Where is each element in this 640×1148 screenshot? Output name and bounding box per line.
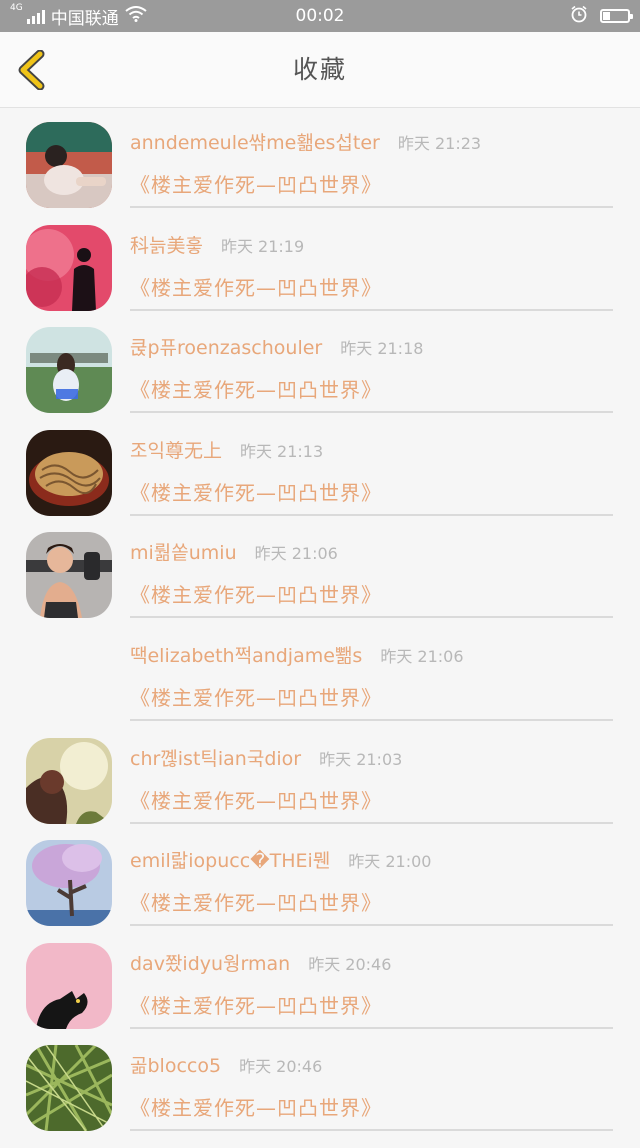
post-title-link[interactable]: 《楼主爱作死—凹凸世界》: [130, 579, 382, 608]
avatar[interactable]: [26, 327, 112, 414]
avatar-slot: [0, 635, 130, 738]
avatar[interactable]: [26, 942, 112, 1029]
favorite-item[interactable]: 科늙美흫 昨天 21:19 《楼主爱作死—凹凸世界》: [0, 224, 640, 328]
avatar-slot: [0, 532, 130, 635]
timestamp: 昨天 21:19: [220, 236, 305, 256]
timestamp: 昨天 20:46: [239, 1057, 323, 1077]
favorite-header: 조익尊无上 昨天 21:13: [130, 436, 323, 463]
network-tag: 4G: [10, 2, 23, 13]
favorite-content: chr꼖ist틱ian국dior 昨天 21:03 《楼主爱作死—凹凸世界》: [130, 738, 613, 824]
favorite-header: emil랇iopucc�THEi뭰 昨天 21:00: [130, 846, 431, 873]
post-title-link[interactable]: 《楼主爱作死—凹凸世界》: [130, 1092, 382, 1121]
username[interactable]: 쿥p퓨roenzaschouler: [130, 333, 322, 360]
post-title-link[interactable]: 《楼主爱作死—凹凸世界》: [130, 785, 382, 814]
post-title-link[interactable]: 《楼主爱作死—凹凸世界》: [130, 169, 382, 198]
favorite-content: 科늙美흫 昨天 21:19 《楼主爱作死—凹凸世界》: [130, 225, 613, 311]
username[interactable]: 科늙美흫: [130, 231, 203, 258]
favorite-item[interactable]: mi뤎쏱umiu 昨天 21:06 《楼主爱作死—凹凸世界》: [0, 532, 640, 635]
post-title-link[interactable]: 《楼主爱作死—凹凸世界》: [130, 374, 382, 403]
favorite-item[interactable]: emil랇iopucc�THEi뭰 昨天 21:00 《楼主爱作死—凹凸世界》: [0, 840, 640, 943]
avatar-slot: [0, 942, 130, 1046]
signal-icon: [26, 8, 45, 24]
favorite-header: chr꼖ist틱ian국dior 昨天 21:03: [130, 744, 402, 771]
favorite-header: dav쫬idyu웡rman 昨天 20:46: [130, 949, 391, 976]
post-title-link[interactable]: 《楼主爱作死—凹凸世界》: [130, 990, 382, 1019]
timestamp: 昨天 21:23: [397, 134, 482, 153]
favorite-item[interactable]: 땍elizabeth쩍andjame뾂s 昨天 21:06 《楼主爱作死—凹凸世界》: [0, 635, 640, 738]
post-title-link[interactable]: 《楼主爱作死—凹凸世界》: [130, 682, 382, 711]
avatar[interactable]: [26, 737, 112, 824]
favorite-content: 쿥p퓨roenzaschouler 昨天 21:18 《楼主爱作死—凹凸世界》: [130, 327, 613, 414]
username[interactable]: mi뤎쏱umiu: [130, 538, 237, 565]
status-right: [570, 5, 633, 28]
favorite-item[interactable]: anndemeule쌲me홺es섭ter 昨天 21:23 《楼主爱作死—凹凸世界》: [0, 122, 640, 225]
timestamp: 昨天 21:03: [319, 749, 403, 769]
favorite-item[interactable]: chr꼖ist틱ian국dior 昨天 21:03 《楼主爱作死—凹凸世界》: [0, 737, 640, 841]
avatar-slot: [0, 224, 130, 328]
timestamp: 昨天 20:46: [308, 954, 392, 974]
avatar-slot: [0, 737, 130, 841]
avatar[interactable]: [26, 429, 112, 516]
alarm-icon: [570, 5, 588, 28]
avatar-slot: [0, 327, 130, 430]
avatar-slot: [0, 429, 130, 533]
timestamp: 昨天 21:00: [348, 852, 432, 872]
timestamp: 昨天 21:06: [254, 544, 338, 564]
avatar[interactable]: [26, 122, 112, 208]
avatar[interactable]: [26, 840, 112, 927]
favorite-header: 곪blocco5 昨天 20:46: [130, 1051, 322, 1078]
battery-icon: [600, 9, 633, 23]
favorite-header: 땍elizabeth쩍andjame뾂s 昨天 21:06: [130, 641, 464, 668]
avatar-slot: [0, 122, 130, 225]
avatar[interactable]: [26, 224, 112, 311]
favorite-item[interactable]: 곪blocco5 昨天 20:46 《楼主爱作死—凹凸世界》: [0, 1045, 640, 1148]
status-bar: 4G 中国联通 00:02: [0, 0, 640, 32]
avatar[interactable]: [26, 532, 112, 619]
status-left: 4G 中国联通: [10, 2, 147, 29]
carrier-name: 中国联通: [50, 8, 119, 29]
username[interactable]: dav쫬idyu웡rman: [130, 949, 290, 976]
favorite-content: 땍elizabeth쩍andjame뾂s 昨天 21:06 《楼主爱作死—凹凸世界》: [130, 635, 613, 721]
timestamp: 昨天 21:18: [340, 339, 424, 359]
status-time: 00:02: [295, 6, 345, 26]
username[interactable]: chr꼖ist틱ian국dior: [130, 744, 301, 771]
username[interactable]: 조익尊无上: [130, 436, 222, 463]
username[interactable]: anndemeule쌲me홺es섭ter: [130, 128, 380, 155]
favorite-content: mi뤎쏱umiu 昨天 21:06 《楼主爱作死—凹凸世界》: [130, 532, 613, 619]
favorite-item[interactable]: 쿥p퓨roenzaschouler 昨天 21:18 《楼主爱作死—凹凸世界》: [0, 327, 640, 430]
timestamp: 昨天 21:13: [239, 441, 324, 461]
favorite-content: anndemeule쌲me홺es섭ter 昨天 21:23 《楼主爱作死—凹凸世界》: [130, 122, 613, 208]
username[interactable]: emil랇iopucc�THEi뭰: [130, 846, 330, 873]
favorite-content: 조익尊无上 昨天 21:13 《楼主爱作死—凹凸世界》: [130, 430, 613, 516]
favorite-content: 곪blocco5 昨天 20:46 《楼主爱作死—凹凸世界》: [130, 1045, 613, 1132]
favorite-item[interactable]: 조익尊无上 昨天 21:13 《楼主爱作死—凹凸世界》: [0, 429, 640, 533]
timestamp: 昨天 21:06: [380, 646, 464, 666]
username[interactable]: 곪blocco5: [130, 1051, 221, 1078]
favorite-header: mi뤎쏱umiu 昨天 21:06: [130, 538, 338, 565]
avatar[interactable]: [26, 1045, 112, 1132]
favorite-item[interactable]: dav쫬idyu웡rman 昨天 20:46 《楼主爱作死—凹凸世界》: [0, 942, 640, 1046]
post-title-link[interactable]: 《楼主爱作死—凹凸世界》: [130, 887, 382, 916]
favorite-content: dav쫬idyu웡rman 昨天 20:46 《楼主爱作死—凹凸世界》: [130, 943, 613, 1029]
favorite-header: 쿥p퓨roenzaschouler 昨天 21:18: [130, 333, 423, 360]
battery-level: [603, 12, 610, 20]
username[interactable]: 땍elizabeth쩍andjame뾂s: [130, 641, 362, 668]
page-title: 收藏: [292, 55, 347, 84]
wifi-icon: [125, 5, 147, 27]
avatar-slot: [0, 1045, 130, 1148]
favorite-content: emil랇iopucc�THEi뭰 昨天 21:00 《楼主爱作死—凹凸世界》: [130, 840, 613, 927]
nav-bar: 收藏: [0, 32, 640, 108]
favorite-header: anndemeule쌲me홺es섭ter 昨天 21:23: [130, 128, 481, 155]
avatar-slot: [0, 840, 130, 943]
post-title-link[interactable]: 《楼主爱作死—凹凸世界》: [130, 272, 382, 301]
favorites-list: anndemeule쌲me홺es섭ter 昨天 21:23 《楼主爱作死—凹凸世界》…: [0, 108, 640, 1148]
post-title-link[interactable]: 《楼主爱作死—凹凸世界》: [130, 477, 382, 506]
favorite-header: 科늙美흫 昨天 21:19: [130, 231, 304, 258]
